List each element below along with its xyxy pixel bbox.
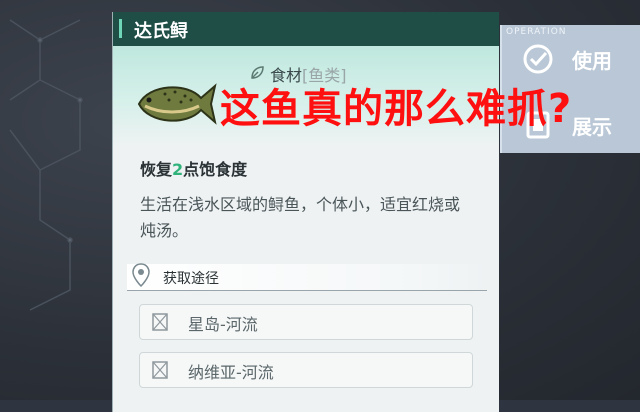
effect-value: 2 bbox=[172, 160, 184, 179]
fish-icon bbox=[137, 83, 217, 125]
item-name: 达氏鲟 bbox=[134, 21, 188, 42]
source-location-item[interactable]: 纳维亚-河流 bbox=[139, 352, 473, 388]
caption-overlay: 这鱼真的那么难抓? bbox=[220, 86, 573, 132]
source-location-item[interactable]: 星岛-河流 bbox=[139, 304, 473, 340]
use-button-label: 使用 bbox=[572, 49, 612, 73]
location-pin-icon bbox=[132, 263, 150, 288]
source-header: 获取途径 bbox=[127, 263, 487, 291]
item-effect: 恢复2点饱食度 bbox=[140, 156, 247, 180]
map-icon bbox=[152, 313, 168, 331]
check-circle-icon bbox=[523, 44, 553, 74]
operation-panel-title: OPERATION bbox=[506, 27, 567, 37]
effect-prefix: 恢复 bbox=[140, 160, 173, 179]
source-location-label: 纳维亚-河流 bbox=[188, 363, 274, 382]
item-description: 生活在浅水区域的鲟鱼，个体小，适宜红烧或炖汤。 bbox=[140, 195, 461, 240]
source-title: 获取途径 bbox=[163, 271, 219, 287]
map-icon bbox=[152, 361, 168, 379]
use-button[interactable]: 使用 bbox=[516, 37, 636, 81]
show-button-label: 展示 bbox=[572, 115, 612, 139]
source-location-label: 星岛-河流 bbox=[188, 315, 258, 334]
item-title-bar: 达氏鲟 bbox=[113, 12, 499, 46]
item-detail-card: 达氏鲟 食材[鱼类] 恢复2点饱食度 生活在浅水区域的鲟鱼，个体小，适宜红烧或炖… bbox=[112, 12, 499, 412]
effect-suffix: 点饱食度 bbox=[183, 160, 248, 179]
background-hex-pattern bbox=[9, 19, 83, 311]
title-accent-bar bbox=[119, 19, 122, 38]
